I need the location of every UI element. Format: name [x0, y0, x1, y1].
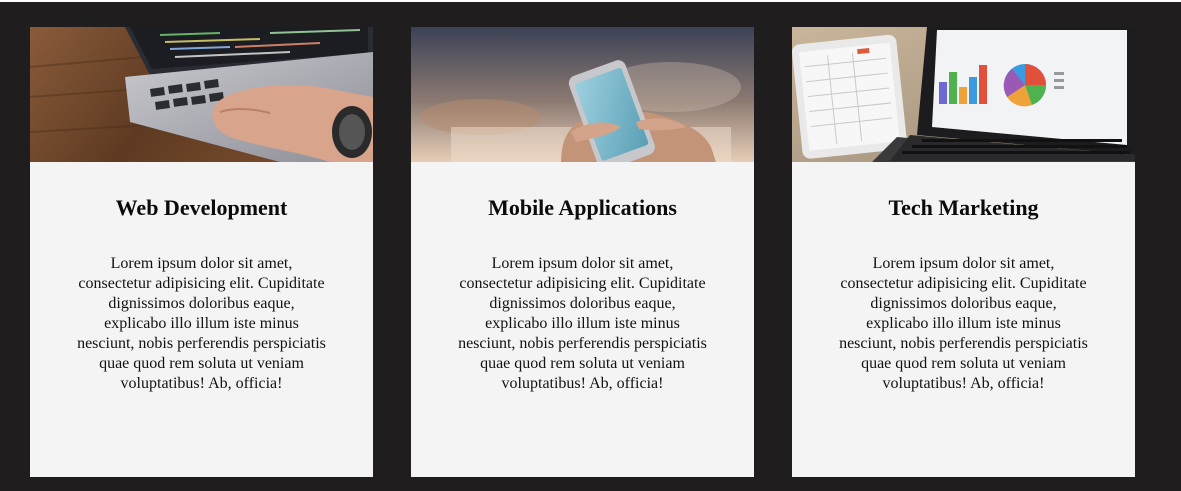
service-card-tech-marketing: Tech Marketing Lorem ipsum dolor sit ame…: [792, 27, 1135, 477]
card-title: Web Development: [115, 195, 288, 220]
card-title: Tech Marketing: [888, 195, 1039, 220]
smartphone-in-hand-image: [411, 27, 754, 162]
service-card-mobile-applications: Mobile Applications Lorem ipsum dolor si…: [411, 27, 754, 477]
service-card-web-development: Web Development Lorem ipsum dolor sit am…: [30, 27, 373, 477]
services-section: Web Development Lorem ipsum dolor sit am…: [0, 2, 1181, 491]
tablet-laptop-charts-image: [792, 27, 1135, 162]
card-description: Lorem ipsum dolor sit amet, consectetur …: [77, 255, 326, 392]
card-description: Lorem ipsum dolor sit amet, consectetur …: [839, 255, 1088, 392]
card-description: Lorem ipsum dolor sit amet, consectetur …: [458, 255, 707, 392]
laptop-coding-image: [30, 27, 373, 162]
card-title: Mobile Applications: [488, 195, 677, 220]
